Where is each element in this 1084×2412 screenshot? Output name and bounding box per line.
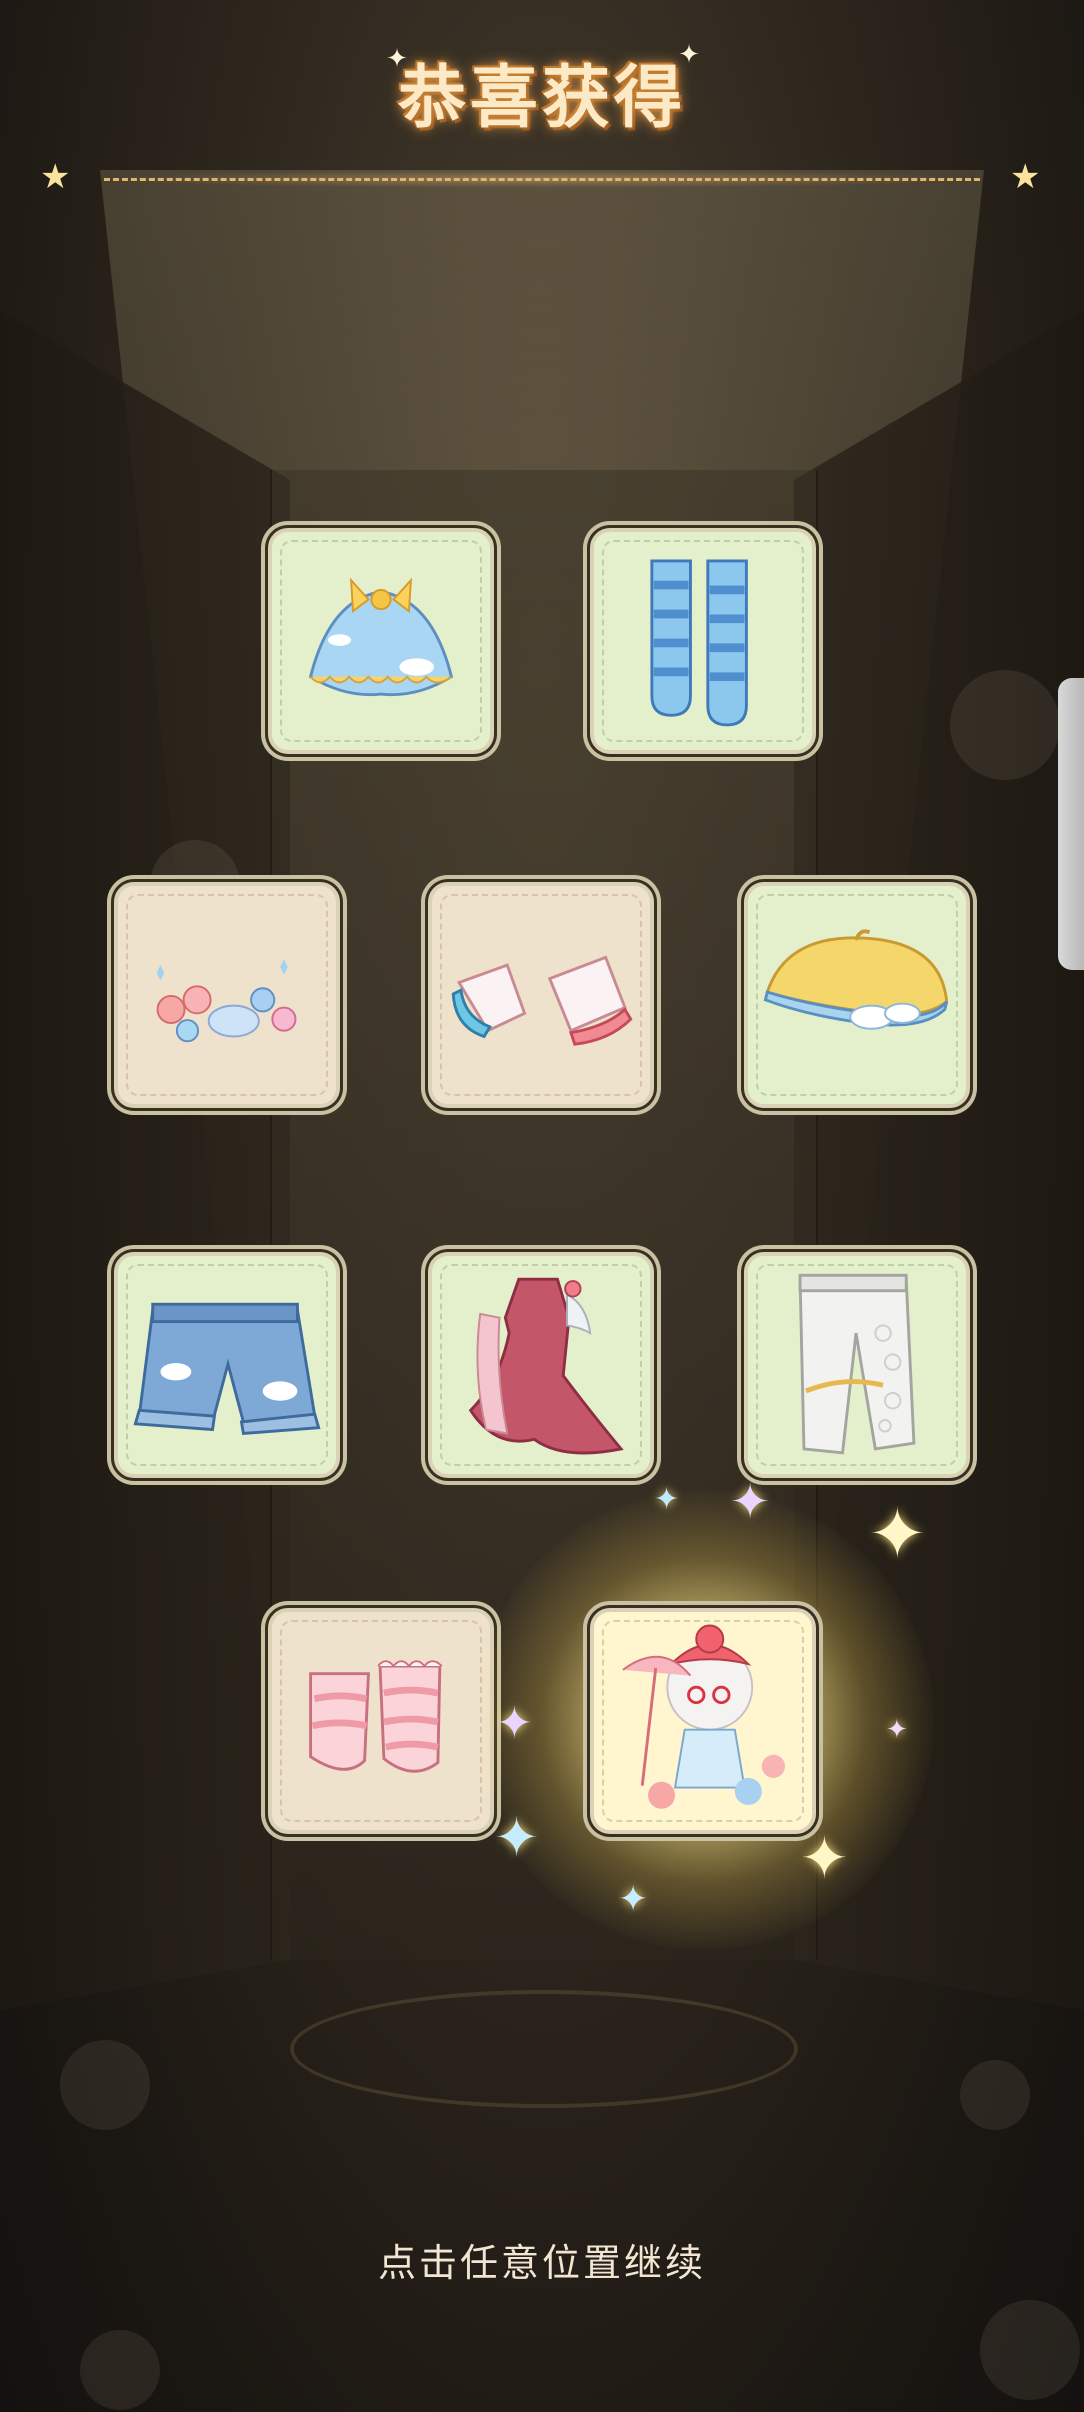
cape-icon [308,577,454,697]
reward-card-leg-warmers[interactable] [268,1608,494,1834]
reward-card-cuffs[interactable] [428,882,654,1108]
star-icon: ★ [1010,157,1041,197]
bokeh-light [980,2300,1080,2400]
star-icon: ✦ [386,44,408,74]
floor-platform [290,1990,798,2108]
reward-card-cape[interactable] [268,528,494,754]
reward-card-character[interactable] [590,1608,816,1834]
sparkle-icon: ✦ [496,1698,533,1749]
bokeh-light [950,670,1060,780]
sparkle-icon: ✦ [868,1493,927,1575]
sparkle-icon: ✦ [886,1715,908,1745]
continue-prompt[interactable]: 点击任意位置继续 [0,2232,1084,2287]
leg-warmers-icon [309,1660,443,1773]
pants-icon [798,1273,916,1455]
page-title: 恭喜获得 [397,59,686,138]
title-divider [104,178,980,181]
bokeh-light [960,2060,1030,2130]
left-wall [0,310,290,2010]
reward-card-hair-accessory[interactable] [114,882,340,1108]
sparkle-icon: ✦ [800,1824,849,1892]
reward-card-shorts[interactable] [114,1252,340,1478]
sparkle-icon: ✦ [618,1879,649,1920]
reward-card-beret[interactable] [744,882,970,1108]
dress-icon [468,1277,624,1455]
star-icon: ★ [40,157,71,197]
cuffs-icon [451,955,633,1046]
side-drawer-handle[interactable] [1058,678,1084,970]
beret-icon [763,929,949,1030]
hair-accessory-icon [156,959,297,1043]
sparkle-icon: ✦ [730,1474,771,1530]
reward-card-stockings[interactable] [590,528,816,754]
stockings-icon [650,559,748,727]
bokeh-light [80,2330,160,2410]
sparkle-icon: ✦ [654,1482,680,1517]
shorts-icon [133,1302,321,1436]
star-icon: ✦ [678,40,700,70]
reward-card-pants[interactable] [744,1252,970,1478]
sparkle-icon: ✦ [494,1806,540,1869]
reward-card-dress[interactable] [428,1252,654,1478]
bokeh-light [60,2040,150,2130]
character-icon [622,1624,785,1809]
